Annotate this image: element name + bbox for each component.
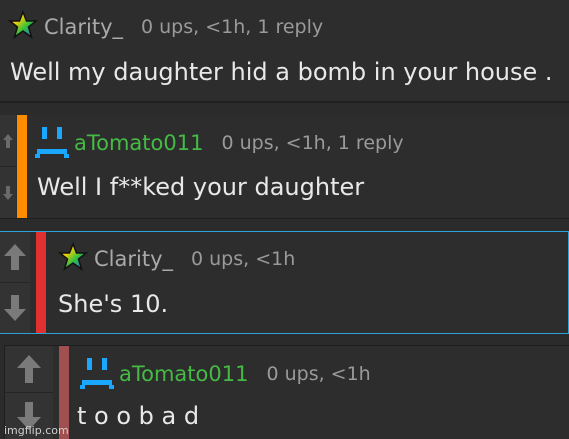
vote-column <box>0 115 16 218</box>
downvote-button[interactable] <box>0 282 30 333</box>
comment: aTomato011 0 ups, <1h, 1 reply Well I f*… <box>0 115 569 219</box>
comment: Clarity_ 0 ups, <1h, 1 reply Well my dau… <box>0 0 569 103</box>
comment-username[interactable]: Clarity_ <box>44 15 123 39</box>
upvote-button[interactable] <box>5 346 53 392</box>
comment-text: Well my daughter hid a bomb in your hous… <box>10 58 553 86</box>
comment-meta: 0 ups, <1h, 1 reply <box>221 132 404 154</box>
comment: Clarity_ 0 ups, <1h She's 10. <box>0 231 569 334</box>
comment-username[interactable]: Clarity_ <box>94 247 173 271</box>
upvote-button[interactable] <box>0 115 16 166</box>
watermark: imgflip.com <box>4 424 69 437</box>
vote-column <box>0 232 30 333</box>
comment-meta: 0 ups, <1h <box>266 363 371 385</box>
comment-meta: 0 ups, <1h, 1 reply <box>141 16 324 38</box>
rainbow-star-icon <box>7 9 39 44</box>
thread-depth-bar <box>17 115 27 218</box>
rainbow-star-icon <box>57 241 89 276</box>
comment-text: She's 10. <box>58 290 169 318</box>
comment-meta: 0 ups, <1h <box>191 248 296 270</box>
comment-username[interactable]: aTomato011 <box>74 131 203 155</box>
comment-text: t o o b a d <box>77 402 200 430</box>
comment: aTomato011 0 ups, <1h t o o b a d <box>4 345 569 439</box>
comment-header: Clarity_ 0 ups, <1h <box>57 240 296 278</box>
sad-face-icon <box>79 354 115 394</box>
comment-username[interactable]: aTomato011 <box>119 362 248 386</box>
comment-header: Clarity_ 0 ups, <1h, 1 reply <box>7 8 324 46</box>
sad-face-icon <box>34 123 70 163</box>
comment-header: aTomato011 0 ups, <1h, 1 reply <box>34 123 404 163</box>
thread-depth-bar <box>36 232 46 333</box>
comment-header: aTomato011 0 ups, <1h <box>79 354 371 394</box>
downvote-button[interactable] <box>0 166 16 218</box>
upvote-button[interactable] <box>0 232 30 282</box>
comment-text: Well I f**ked your daughter <box>37 173 365 201</box>
